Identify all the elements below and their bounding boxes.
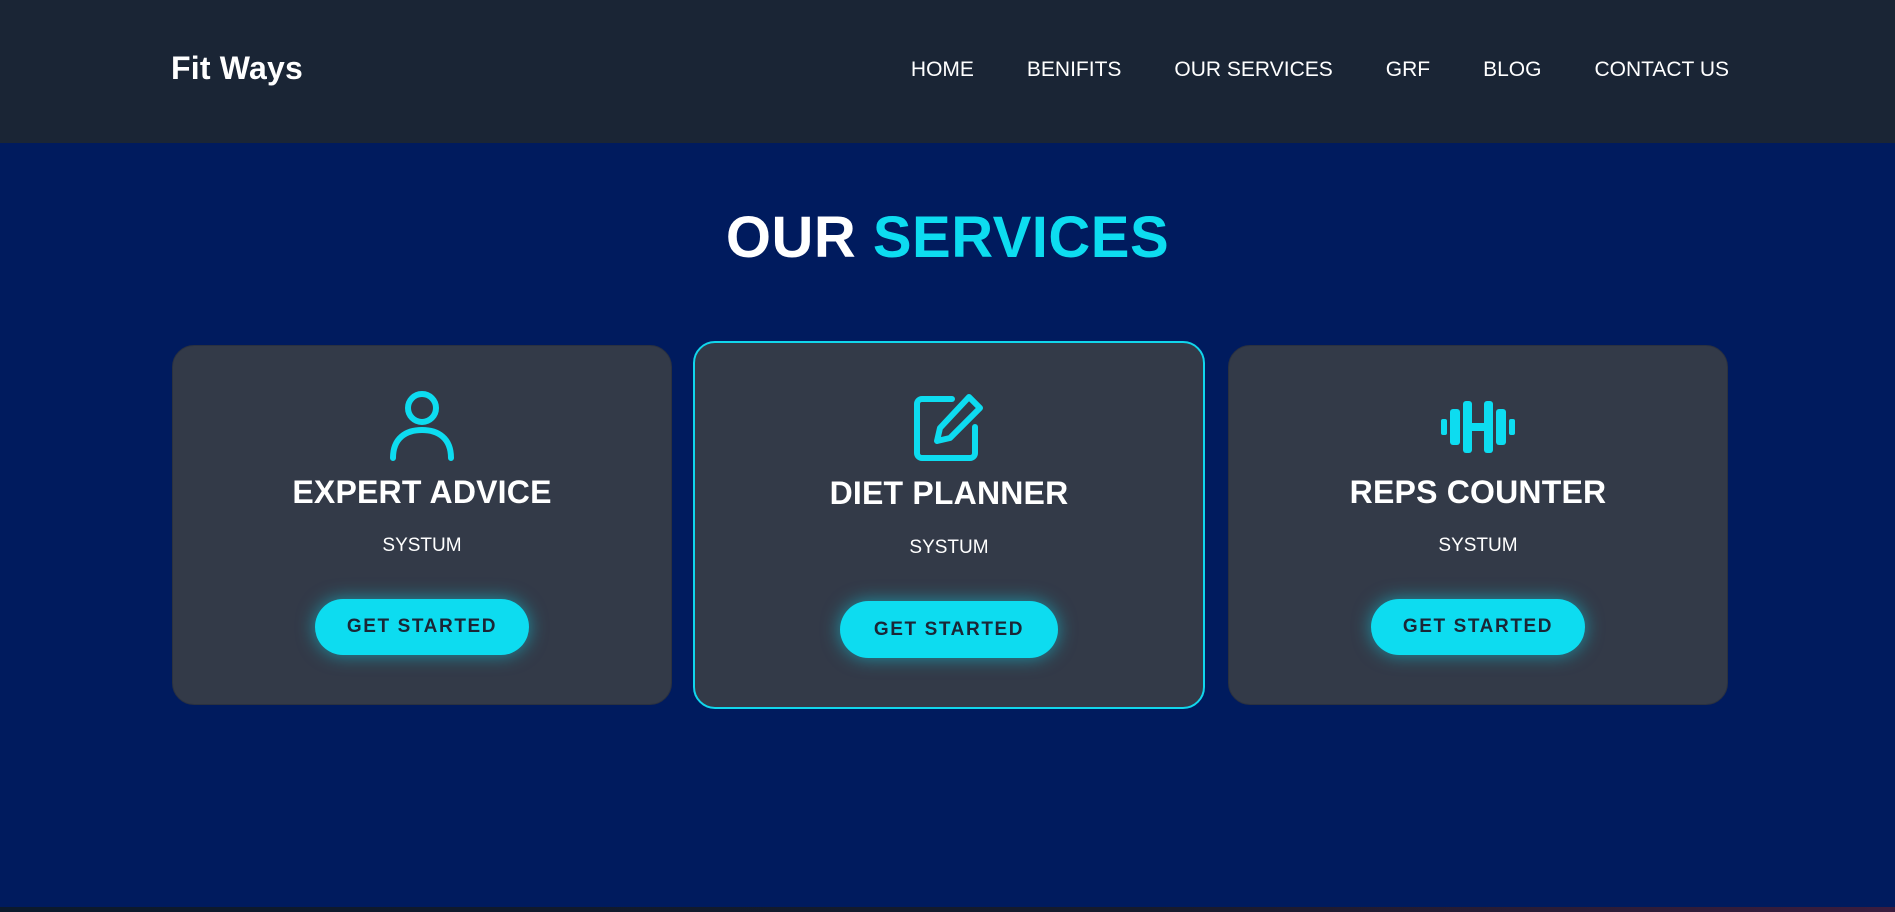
services-heading-white: OUR (725, 205, 857, 270)
card-title: DIET PLANNER (829, 475, 1069, 511)
navbar: Fit Ways HOME BENIFITS OUR SERVICES GRF … (0, 0, 1895, 143)
edit-icon (914, 394, 983, 461)
card-subtitle: SYSTUM (909, 537, 989, 558)
get-started-button[interactable]: GET STARTED (315, 599, 529, 655)
services-heading-accent: SERVICES (872, 205, 1170, 270)
card-subtitle: SYSTUM (382, 535, 462, 556)
service-card-expert-advice: EXPERT ADVICE SYSTUM GET STARTED (172, 345, 672, 705)
get-started-button[interactable]: GET STARTED (840, 601, 1058, 658)
nav-link-grf[interactable]: GRF (1386, 58, 1430, 82)
get-started-button[interactable]: GET STARTED (1371, 599, 1585, 655)
dumbbell-icon (1441, 401, 1515, 453)
services-heading: OUR SERVICES (0, 204, 1895, 271)
brand-logo[interactable]: Fit Ways (171, 50, 303, 87)
card-title: REPS COUNTER (1349, 474, 1607, 510)
service-card-reps-counter: REPS COUNTER SYSTUM GET STARTED (1228, 345, 1728, 705)
bottom-divider (0, 907, 1895, 912)
service-card-diet-planner: DIET PLANNER SYSTUM GET STARTED (693, 341, 1205, 709)
card-title: EXPERT ADVICE (292, 474, 552, 510)
card-subtitle: SYSTUM (1438, 535, 1518, 556)
nav-link-blog[interactable]: BLOG (1483, 58, 1541, 82)
nav-link-benifits[interactable]: BENIFITS (1027, 58, 1122, 82)
nav-link-home[interactable]: HOME (911, 58, 974, 82)
nav-link-contact-us[interactable]: CONTACT US (1594, 58, 1729, 82)
nav-menu: HOME BENIFITS OUR SERVICES GRF BLOG CONT… (858, 58, 1729, 82)
nav-link-our-services[interactable]: OUR SERVICES (1174, 58, 1332, 82)
user-icon (390, 391, 454, 461)
